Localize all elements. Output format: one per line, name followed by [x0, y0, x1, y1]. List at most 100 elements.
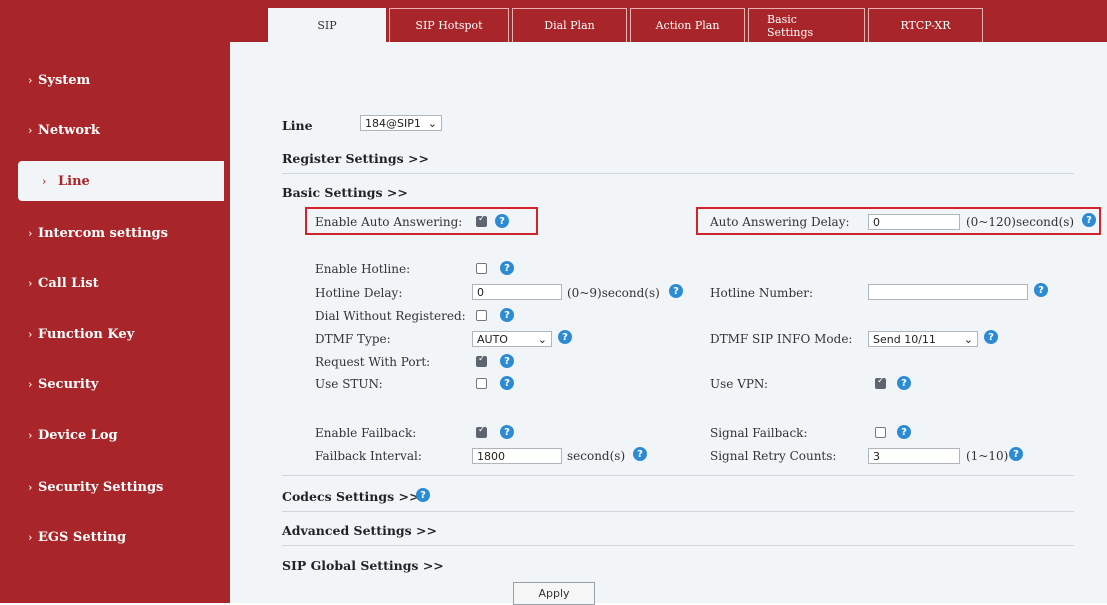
- chevron-right-icon: ›: [28, 530, 33, 544]
- chevron-right-icon: ›: [28, 327, 33, 341]
- help-icon[interactable]: ?: [495, 214, 509, 228]
- help-icon[interactable]: ?: [897, 425, 911, 439]
- signal-failback-label: Signal Failback:: [710, 426, 808, 440]
- dtmf-sip-select[interactable]: Send 10/11 ⌄: [868, 331, 978, 347]
- request-port-label: Request With Port:: [315, 355, 431, 369]
- tab-sip-hotspot[interactable]: SIP Hotspot: [389, 8, 509, 42]
- failback-interval-input[interactable]: 1800: [472, 448, 562, 464]
- sidebar-item-label: EGS Setting: [38, 529, 127, 545]
- hotline-delay-unit: (0~9)second(s): [567, 286, 660, 300]
- sidebar-item-line[interactable]: › Line: [18, 161, 224, 201]
- retry-counts-unit: (1~10): [966, 449, 1009, 463]
- sidebar-item-network[interactable]: › Network: [0, 110, 222, 150]
- retry-counts-label: Signal Retry Counts:: [710, 449, 837, 463]
- dtmf-sip-label: DTMF SIP INFO Mode:: [710, 332, 853, 346]
- auto-answer-checkbox[interactable]: [476, 214, 487, 227]
- auto-delay-label: Auto Answering Delay:: [710, 215, 850, 229]
- sidebar-item-intercom-settings[interactable]: › Intercom settings: [0, 213, 222, 253]
- help-icon[interactable]: ?: [500, 261, 514, 275]
- help-icon[interactable]: ?: [1082, 213, 1096, 227]
- hotline-checkbox[interactable]: [476, 263, 487, 274]
- chevron-right-icon: ›: [28, 226, 33, 240]
- sidebar-item-label: Call List: [38, 275, 99, 291]
- hotline-delay-label: Hotline Delay:: [315, 286, 403, 300]
- help-icon[interactable]: ?: [500, 308, 514, 322]
- sidebar-item-label: Security Settings: [38, 479, 164, 495]
- hotline-number-input[interactable]: [868, 284, 1028, 300]
- hotline-delay-input[interactable]: 0: [472, 284, 562, 300]
- tab-action-plan[interactable]: Action Plan: [630, 8, 745, 42]
- sidebar-item-label: Device Log: [38, 427, 118, 443]
- use-stun-checkbox[interactable]: [476, 378, 487, 389]
- help-icon[interactable]: ?: [1034, 283, 1048, 297]
- failback-interval-unit: second(s): [567, 449, 626, 463]
- auto-delay-unit: (0~120)second(s): [966, 215, 1075, 229]
- divider: [282, 475, 1074, 476]
- help-icon[interactable]: ?: [633, 447, 647, 461]
- signal-failback-checkbox[interactable]: [875, 427, 886, 438]
- dtmf-type-select[interactable]: AUTO ⌄: [472, 331, 552, 347]
- request-port-checkbox[interactable]: [476, 354, 487, 367]
- sip-global-settings-section[interactable]: SIP Global Settings >>: [282, 558, 444, 573]
- help-icon[interactable]: ?: [416, 488, 430, 502]
- dtmf-type-label: DTMF Type:: [315, 332, 391, 346]
- sidebar-item-egs-setting[interactable]: › EGS Setting: [0, 517, 222, 557]
- tab-basic-settings[interactable]: Basic Settings: [748, 8, 865, 42]
- sidebar-item-label: Function Key: [38, 326, 135, 342]
- advanced-settings-section[interactable]: Advanced Settings >>: [282, 523, 437, 538]
- help-icon[interactable]: ?: [897, 376, 911, 390]
- help-icon[interactable]: ?: [984, 330, 998, 344]
- sidebar: › System › Network › Line › Intercom setting…: [0, 0, 230, 603]
- help-icon[interactable]: ?: [500, 376, 514, 390]
- sidebar-item-label: Security: [38, 376, 99, 392]
- help-icon[interactable]: ?: [500, 425, 514, 439]
- hotline-number-label: Hotline Number:: [710, 286, 814, 300]
- failback-interval-label: Failback Interval:: [315, 449, 422, 463]
- help-icon[interactable]: ?: [500, 354, 514, 368]
- divider: [282, 511, 1074, 512]
- sidebar-item-label: Line: [58, 173, 90, 189]
- sidebar-item-security-settings[interactable]: › Security Settings: [0, 467, 222, 507]
- chevron-right-icon: ›: [28, 276, 33, 290]
- hotline-label: Enable Hotline:: [315, 262, 411, 276]
- auto-answer-label: Enable Auto Answering:: [315, 215, 463, 229]
- divider: [282, 545, 1074, 546]
- help-icon[interactable]: ?: [669, 284, 683, 298]
- sidebar-item-label: Intercom settings: [38, 225, 168, 241]
- sidebar-item-security[interactable]: › Security: [0, 364, 222, 404]
- tab-sip[interactable]: SIP: [268, 8, 386, 42]
- help-icon[interactable]: ?: [558, 330, 572, 344]
- sidebar-item-function-key[interactable]: › Function Key: [0, 314, 222, 354]
- apply-button[interactable]: Apply: [513, 582, 595, 605]
- sidebar-item-label: Network: [38, 122, 100, 138]
- dtmf-type-value: AUTO: [477, 332, 508, 346]
- chevron-right-icon: ›: [28, 480, 33, 494]
- auto-delay-input[interactable]: 0: [868, 214, 960, 230]
- chevron-down-icon: ⌄: [537, 332, 547, 346]
- dtmf-sip-value: Send 10/11: [873, 332, 936, 346]
- line-label: Line: [282, 118, 313, 133]
- divider: [282, 173, 1074, 174]
- sidebar-item-device-log[interactable]: › Device Log: [0, 415, 222, 455]
- register-settings-section[interactable]: Register Settings >>: [282, 151, 429, 166]
- line-select[interactable]: 184@SIP1 ⌄: [360, 115, 442, 131]
- enable-failback-checkbox[interactable]: [476, 425, 487, 438]
- chevron-right-icon: ›: [28, 377, 33, 391]
- chevron-down-icon: ⌄: [427, 116, 437, 130]
- codecs-settings-section[interactable]: Codecs Settings >>: [282, 489, 419, 504]
- help-icon[interactable]: ?: [1009, 447, 1023, 461]
- chevron-right-icon: ›: [28, 428, 33, 442]
- tab-rtcp-xr[interactable]: RTCP-XR: [868, 8, 983, 42]
- basic-settings-section[interactable]: Basic Settings >>: [282, 185, 408, 200]
- use-vpn-label: Use VPN:: [710, 377, 769, 391]
- sidebar-item-system[interactable]: › System: [0, 60, 222, 100]
- enable-failback-label: Enable Failback:: [315, 426, 417, 440]
- main-panel: Line 184@SIP1 ⌄ Register Settings >> Basi…: [230, 42, 1107, 605]
- use-vpn-checkbox[interactable]: [875, 376, 886, 389]
- tab-dial-plan[interactable]: Dial Plan: [512, 8, 627, 42]
- sidebar-item-call-list[interactable]: › Call List: [0, 263, 222, 303]
- retry-counts-input[interactable]: 3: [868, 448, 960, 464]
- sidebar-item-label: System: [38, 72, 91, 88]
- chevron-down-icon: ⌄: [963, 332, 973, 346]
- dial-unregistered-checkbox[interactable]: [476, 310, 487, 321]
